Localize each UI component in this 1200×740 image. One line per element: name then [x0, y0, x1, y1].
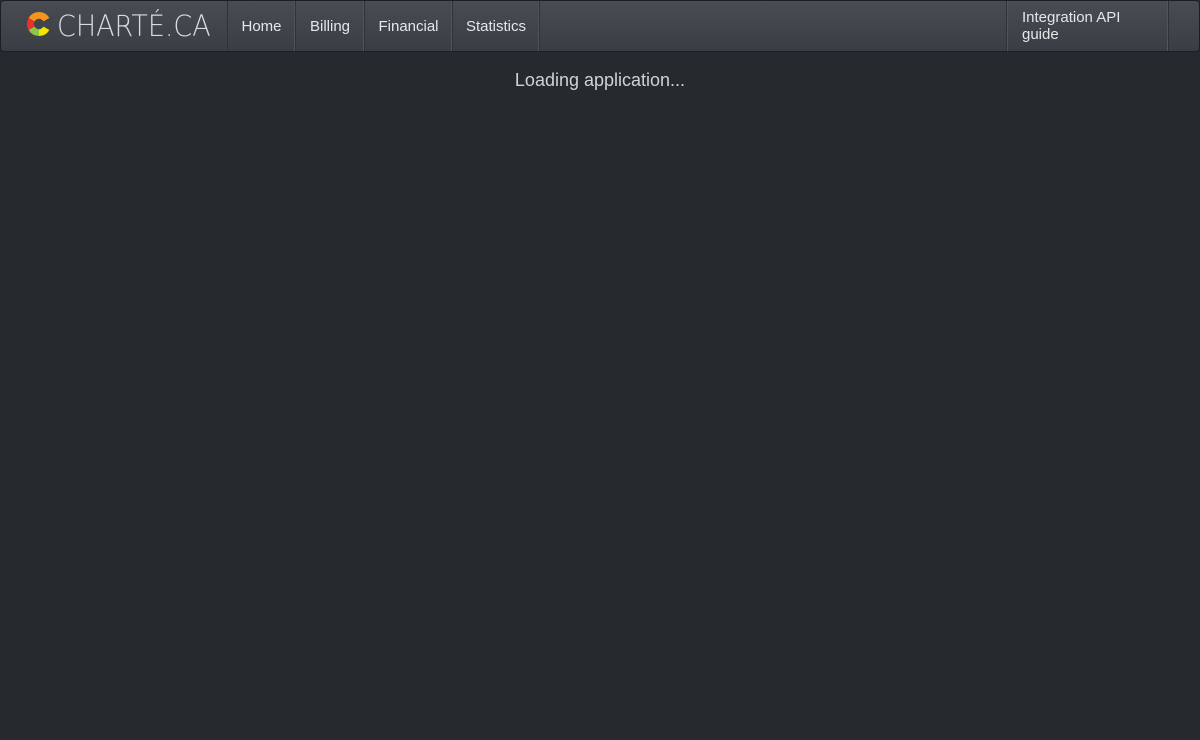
- nav-item-financial[interactable]: Financial: [365, 1, 453, 51]
- nav-item-billing[interactable]: Billing: [296, 1, 365, 51]
- loading-message: Loading application...: [514, 70, 686, 90]
- navbar-spacer: [540, 1, 1006, 51]
- nav-item-statistics[interactable]: Statistics: [453, 1, 540, 51]
- top-navbar: CHARTÉ.CA Home Billing Financial Statist…: [0, 0, 1200, 52]
- nav-item-integration-api-guide[interactable]: Integration API guide: [1007, 1, 1169, 51]
- brand-link[interactable]: CHARTÉ.CA: [1, 1, 227, 51]
- right-nav: Integration API guide: [1006, 1, 1169, 51]
- nav-item-home[interactable]: Home: [228, 1, 296, 51]
- main-nav: Home Billing Financial Statistics: [227, 1, 540, 51]
- brand-name: CHARTÉ.CA: [57, 9, 211, 43]
- charte-c-logo-icon: [26, 11, 52, 42]
